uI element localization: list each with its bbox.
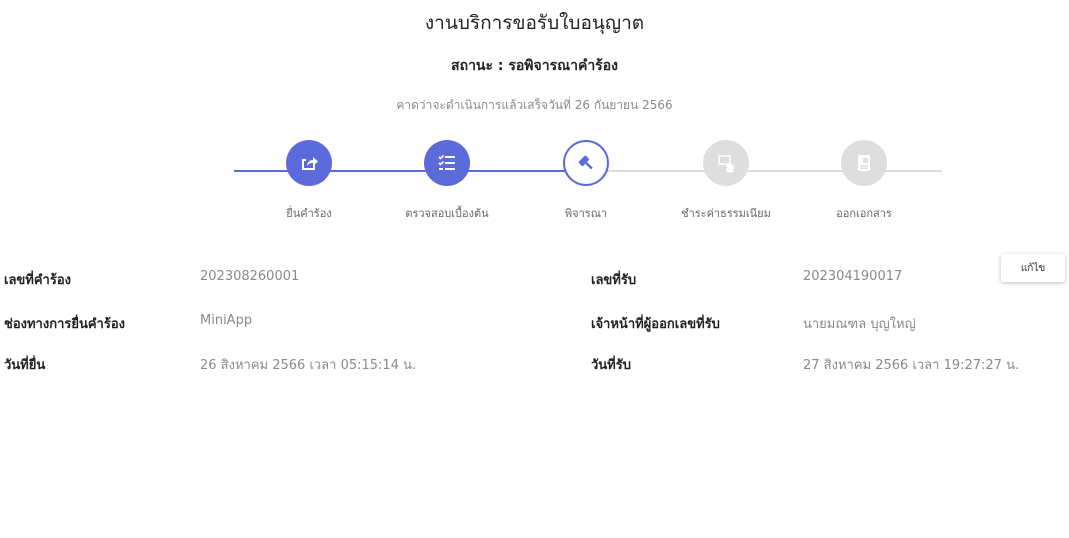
progress-stepper: ยื่นคำร้อง ตรวจสอบเบื้องต้น พิจารณา ชำระ… xyxy=(0,140,1069,230)
receipt-date-value: 27 สิงหาคม 2566 เวลา 19:27:27 น. xyxy=(803,358,1020,373)
step-payment: ชำระค่าธรรมเนียม xyxy=(656,140,796,222)
receipt-date-label: วันที่รับ xyxy=(591,358,631,373)
step-issue-document: ออกเอกสาร xyxy=(794,140,934,222)
step-label: พิจารณา xyxy=(564,207,608,220)
gavel-icon xyxy=(576,153,596,173)
step-label: ยื่นคำร้อง xyxy=(286,207,332,220)
step-label: ออกเอกสาร xyxy=(836,207,892,220)
step-label: ตรวจสอบเบื้องต้น xyxy=(405,207,489,220)
step-payment-circle xyxy=(703,140,749,186)
issuing-officer-value: นายมณฑล บุญใหญ่ xyxy=(803,317,916,332)
checklist-icon xyxy=(437,153,457,173)
submission-channel-label: ช่องทางการยื่นคำร้อง xyxy=(4,317,125,332)
issuing-officer-label: เจ้าหน้าที่ผู้ออกเลขที่รับ xyxy=(591,317,720,332)
request-number-value: 202308260001 xyxy=(200,269,300,284)
receipt-number-label: เลขที่รับ xyxy=(591,273,637,288)
share-icon xyxy=(299,153,319,173)
receipt-number-value: 202304190017 xyxy=(803,269,903,284)
step-issue-document-circle xyxy=(841,140,887,186)
submission-date-value: 26 สิงหาคม 2566 เวลา 05:15:14 น. xyxy=(200,358,417,373)
step-initial-check-circle xyxy=(424,140,470,186)
step-submit: ยื่นคำร้อง xyxy=(239,140,379,222)
request-number-label: เลขที่คำร้อง xyxy=(4,273,71,288)
payment-icon xyxy=(716,153,736,173)
document-icon xyxy=(854,153,874,173)
step-submit-circle xyxy=(286,140,332,186)
edit-button[interactable]: แก้ไข xyxy=(1001,254,1065,282)
expected-completion-text: คาดว่าจะดำเนินการแล้วเสร็จวันที่ 26 กันย… xyxy=(396,98,673,112)
step-consider: พิจารณา xyxy=(516,140,656,222)
step-consider-circle xyxy=(563,140,609,186)
status-text: สถานะ : รอพิจารณาคำร้อง xyxy=(451,58,618,74)
step-label: ชำระค่าธรรมเนียม xyxy=(681,207,771,220)
submission-date-label: วันที่ยื่น xyxy=(4,358,46,373)
page-title: งานบริการขอรับใบอนุญาต xyxy=(424,12,645,34)
submission-channel-value: MiniApp xyxy=(200,313,253,328)
step-initial-check: ตรวจสอบเบื้องต้น xyxy=(377,140,517,222)
